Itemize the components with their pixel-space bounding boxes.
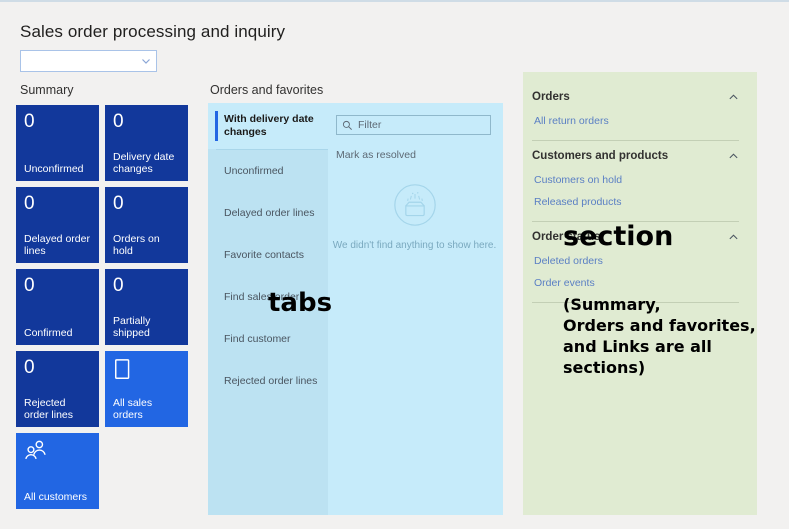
- summary-tile-label: Confirmed: [24, 327, 73, 339]
- summary-tile-rejected-order-lines[interactable]: 0 Rejected order lines: [16, 351, 99, 427]
- links-group-header-order-status[interactable]: Order status: [532, 224, 743, 250]
- summary-tile-confirmed[interactable]: 0 Confirmed: [16, 269, 99, 345]
- link-released-products[interactable]: Released products: [532, 191, 743, 213]
- summary-tile-unconfirmed[interactable]: 0 Unconfirmed: [16, 105, 99, 181]
- summary-tile-delivery-date-changes[interactable]: 0 Delivery date changes: [105, 105, 188, 181]
- chevron-down-icon: [141, 56, 151, 66]
- link-all-return-orders[interactable]: All return orders: [532, 110, 743, 132]
- summary-tile-count: 0: [24, 111, 35, 132]
- summary-tile-label: Delivery date changes: [113, 151, 175, 175]
- summary-section-heading: Summary: [20, 83, 74, 97]
- summary-tile-label: Orders on hold: [113, 233, 160, 257]
- empty-state-text: We didn't find anything to show here.: [332, 240, 497, 251]
- tab-strip: With delivery date changes Unconfirmed Del…: [208, 103, 328, 515]
- filter-input[interactable]: Filter: [336, 115, 491, 135]
- summary-tile-all-customers[interactable]: All customers: [16, 433, 99, 509]
- tab-favorite-contacts[interactable]: Favorite contacts: [208, 234, 328, 276]
- empty-state: We didn't find anything to show here.: [333, 183, 496, 251]
- links-group-header-customers-and-products[interactable]: Customers and products: [532, 143, 743, 169]
- tab-label: Find customer: [224, 332, 291, 345]
- orders-and-favorites-panel: With delivery date changes Unconfirmed Del…: [208, 103, 503, 515]
- links-panel: Orders All return orders Customers and pro…: [523, 72, 757, 515]
- links-groups: Orders All return orders Customers and pro…: [523, 72, 757, 303]
- people-icon: [24, 440, 92, 470]
- tab-find-sales-order[interactable]: Find sales order: [208, 276, 328, 318]
- tab-rejected-order-lines[interactable]: Rejected order lines: [208, 360, 328, 402]
- page-filter-dropdown[interactable]: [20, 50, 157, 72]
- links-group-header-orders[interactable]: Orders: [532, 84, 743, 110]
- chevron-up-icon: [728, 151, 739, 162]
- empty-box-icon: [393, 183, 437, 232]
- tab-delayed-order-lines[interactable]: Delayed order lines: [208, 192, 328, 234]
- tab-label: Delayed order lines: [224, 206, 315, 219]
- links-group-divider: [532, 302, 739, 303]
- search-icon: [342, 120, 353, 131]
- tab-label: Favorite contacts: [224, 248, 304, 261]
- tab-unconfirmed[interactable]: Unconfirmed: [208, 150, 328, 192]
- summary-tile-grid: 0 Unconfirmed 0 Delivery date changes 0 Delay…: [16, 105, 188, 509]
- link-customers-on-hold[interactable]: Customers on hold: [532, 169, 743, 191]
- summary-tile-all-sales-orders[interactable]: All sales orders: [105, 351, 188, 427]
- summary-tile-count: 0: [113, 111, 124, 132]
- link-order-events[interactable]: Order events: [532, 272, 743, 294]
- summary-tile-label: Delayed order lines: [24, 233, 90, 257]
- summary-tile-label: Unconfirmed: [24, 163, 84, 175]
- summary-tile-partially-shipped[interactable]: 0 Partially shipped: [105, 269, 188, 345]
- summary-tile-count: 0: [113, 193, 124, 214]
- links-group-title: Order status: [532, 231, 601, 243]
- summary-tile-label: All customers: [24, 491, 88, 503]
- tab-find-customer[interactable]: Find customer: [208, 318, 328, 360]
- summary-tile-label: Partially shipped: [113, 315, 151, 339]
- tab-content-panel: Filter Mark as resolved We didn't find a…: [328, 103, 503, 515]
- links-group-title: Customers and products: [532, 150, 669, 162]
- page-root: Sales order processing and inquiry Summa…: [0, 0, 789, 529]
- summary-tile-label: Rejected order lines: [24, 397, 74, 421]
- chevron-up-icon: [728, 92, 739, 103]
- mark-as-resolved-button[interactable]: Mark as resolved: [336, 149, 493, 161]
- links-group-title: Orders: [532, 91, 570, 103]
- summary-tile-count: 0: [24, 275, 35, 296]
- tab-label: Unconfirmed: [224, 164, 284, 177]
- summary-tile-delayed-order-lines[interactable]: 0 Delayed order lines: [16, 187, 99, 263]
- page-title: Sales order processing and inquiry: [20, 22, 286, 41]
- filter-input-placeholder: Filter: [358, 119, 382, 131]
- document-icon: [113, 358, 181, 388]
- links-group-divider: [532, 221, 739, 222]
- summary-tile-count: 0: [113, 275, 124, 296]
- tab-label: Find sales order: [224, 290, 300, 303]
- link-deleted-orders[interactable]: Deleted orders: [532, 250, 743, 272]
- chevron-up-icon: [728, 232, 739, 243]
- tab-label: Rejected order lines: [224, 374, 318, 387]
- links-group-divider: [532, 140, 739, 141]
- summary-tile-orders-on-hold[interactable]: 0 Orders on hold: [105, 187, 188, 263]
- summary-tile-count: 0: [24, 193, 35, 214]
- summary-tile-count: 0: [24, 357, 35, 378]
- tab-label: With delivery date changes: [224, 113, 314, 138]
- summary-tile-label: All sales orders: [113, 397, 153, 421]
- tab-with-delivery-date-changes[interactable]: With delivery date changes: [208, 103, 328, 149]
- orders-section-heading: Orders and favorites: [210, 83, 324, 97]
